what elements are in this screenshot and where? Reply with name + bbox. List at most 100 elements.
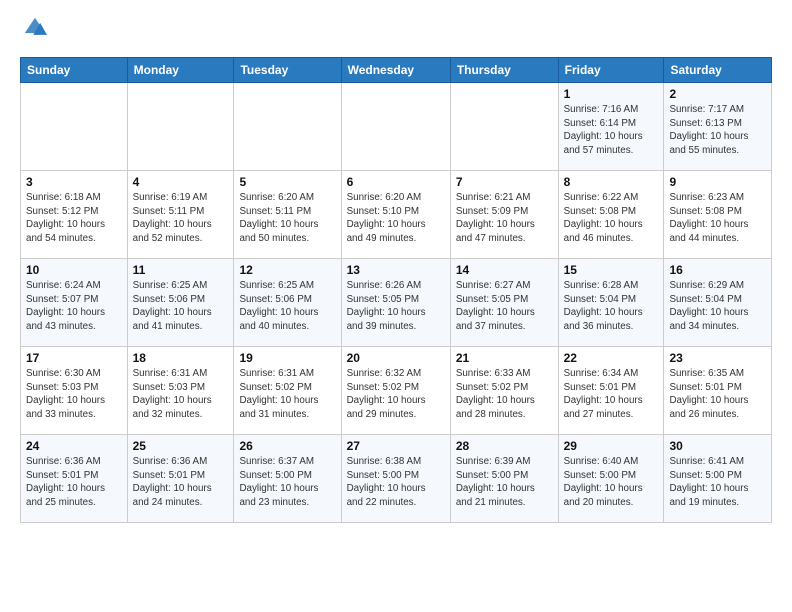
day-info: Sunrise: 6:23 AM Sunset: 5:08 PM Dayligh…	[669, 191, 766, 246]
day-number: 2	[669, 87, 766, 101]
day-number: 9	[669, 175, 766, 189]
header	[20, 16, 772, 45]
day-info: Sunrise: 6:37 AM Sunset: 5:00 PM Dayligh…	[239, 455, 335, 510]
day-number: 8	[564, 175, 659, 189]
day-number: 13	[347, 263, 445, 277]
day-number: 21	[456, 351, 553, 365]
day-info: Sunrise: 6:30 AM Sunset: 5:03 PM Dayligh…	[26, 367, 122, 422]
day-cell: 23Sunrise: 6:35 AM Sunset: 5:01 PM Dayli…	[664, 347, 772, 435]
day-number: 11	[133, 263, 229, 277]
day-number: 27	[347, 439, 445, 453]
day-number: 4	[133, 175, 229, 189]
day-info: Sunrise: 6:41 AM Sunset: 5:00 PM Dayligh…	[669, 455, 766, 510]
weekday-wednesday: Wednesday	[341, 58, 450, 83]
logo-icon	[23, 16, 47, 40]
day-number: 30	[669, 439, 766, 453]
week-row-3: 10 Sunrise: 6:24 AM Sunset: 5:07 PM Dayli…	[21, 259, 772, 347]
day-cell: 7 Sunrise: 6:21 AM Sunset: 5:09 PM Daylig…	[450, 171, 558, 259]
day-cell: 29 Sunrise: 6:40 AM Sunset: 5:00 PM Dayli…	[558, 435, 664, 523]
day-cell: 13Sunrise: 6:26 AM Sunset: 5:05 PM Dayli…	[341, 259, 450, 347]
day-info: Sunrise: 6:29 AM Sunset: 5:04 PM Dayligh…	[669, 279, 766, 334]
day-info: Sunrise: 6:25 AM Sunset: 5:06 PM Dayligh…	[133, 279, 229, 334]
day-number: 5	[239, 175, 335, 189]
day-cell: 17Sunrise: 6:30 AM Sunset: 5:03 PM Dayli…	[21, 347, 128, 435]
day-cell: 27Sunrise: 6:38 AM Sunset: 5:00 PM Dayli…	[341, 435, 450, 523]
weekday-tuesday: Tuesday	[234, 58, 341, 83]
day-info: Sunrise: 6:33 AM Sunset: 5:02 PM Dayligh…	[456, 367, 553, 422]
day-info: Sunrise: 6:21 AM Sunset: 5:09 PM Dayligh…	[456, 191, 553, 246]
day-info: Sunrise: 6:31 AM Sunset: 5:03 PM Dayligh…	[133, 367, 229, 422]
day-number: 3	[26, 175, 122, 189]
week-row-1: 1 Sunrise: 7:16 AM Sunset: 6:14 PM Daylig…	[21, 83, 772, 171]
day-number: 6	[347, 175, 445, 189]
day-number: 12	[239, 263, 335, 277]
day-number: 26	[239, 439, 335, 453]
day-info: Sunrise: 6:36 AM Sunset: 5:01 PM Dayligh…	[26, 455, 122, 510]
day-cell: 24 Sunrise: 6:36 AM Sunset: 5:01 PM Dayli…	[21, 435, 128, 523]
day-info: Sunrise: 6:39 AM Sunset: 5:00 PM Dayligh…	[456, 455, 553, 510]
week-row-4: 17Sunrise: 6:30 AM Sunset: 5:03 PM Dayli…	[21, 347, 772, 435]
page: SundayMondayTuesdayWednesdayThursdayFrid…	[0, 0, 792, 539]
weekday-friday: Friday	[558, 58, 664, 83]
weekday-sunday: Sunday	[21, 58, 128, 83]
week-row-2: 3 Sunrise: 6:18 AM Sunset: 5:12 PM Daylig…	[21, 171, 772, 259]
day-number: 7	[456, 175, 553, 189]
day-cell: 12 Sunrise: 6:25 AM Sunset: 5:06 PM Dayli…	[234, 259, 341, 347]
day-cell: 8 Sunrise: 6:22 AM Sunset: 5:08 PM Daylig…	[558, 171, 664, 259]
day-cell	[21, 83, 128, 171]
day-cell: 16 Sunrise: 6:29 AM Sunset: 5:04 PM Dayli…	[664, 259, 772, 347]
day-number: 29	[564, 439, 659, 453]
day-info: Sunrise: 6:22 AM Sunset: 5:08 PM Dayligh…	[564, 191, 659, 246]
calendar: SundayMondayTuesdayWednesdayThursdayFrid…	[20, 57, 772, 523]
week-row-5: 24 Sunrise: 6:36 AM Sunset: 5:01 PM Dayli…	[21, 435, 772, 523]
day-cell: 3 Sunrise: 6:18 AM Sunset: 5:12 PM Daylig…	[21, 171, 128, 259]
day-number: 22	[564, 351, 659, 365]
day-info: Sunrise: 6:18 AM Sunset: 5:12 PM Dayligh…	[26, 191, 122, 246]
day-info: Sunrise: 6:32 AM Sunset: 5:02 PM Dayligh…	[347, 367, 445, 422]
day-info: Sunrise: 6:28 AM Sunset: 5:04 PM Dayligh…	[564, 279, 659, 334]
weekday-header-row: SundayMondayTuesdayWednesdayThursdayFrid…	[21, 58, 772, 83]
day-cell: 5Sunrise: 6:20 AM Sunset: 5:11 PM Daylig…	[234, 171, 341, 259]
day-cell: 9 Sunrise: 6:23 AM Sunset: 5:08 PM Daylig…	[664, 171, 772, 259]
day-number: 20	[347, 351, 445, 365]
day-info: Sunrise: 7:17 AM Sunset: 6:13 PM Dayligh…	[669, 103, 766, 158]
day-info: Sunrise: 6:19 AM Sunset: 5:11 PM Dayligh…	[133, 191, 229, 246]
day-cell: 19 Sunrise: 6:31 AM Sunset: 5:02 PM Dayli…	[234, 347, 341, 435]
day-cell: 21 Sunrise: 6:33 AM Sunset: 5:02 PM Dayli…	[450, 347, 558, 435]
day-cell: 30 Sunrise: 6:41 AM Sunset: 5:00 PM Dayli…	[664, 435, 772, 523]
day-cell: 25 Sunrise: 6:36 AM Sunset: 5:01 PM Dayli…	[127, 435, 234, 523]
day-number: 25	[133, 439, 229, 453]
day-info: Sunrise: 7:16 AM Sunset: 6:14 PM Dayligh…	[564, 103, 659, 158]
day-cell: 28 Sunrise: 6:39 AM Sunset: 5:00 PM Dayli…	[450, 435, 558, 523]
day-cell: 11 Sunrise: 6:25 AM Sunset: 5:06 PM Dayli…	[127, 259, 234, 347]
day-info: Sunrise: 6:34 AM Sunset: 5:01 PM Dayligh…	[564, 367, 659, 422]
day-cell: 22 Sunrise: 6:34 AM Sunset: 5:01 PM Dayli…	[558, 347, 664, 435]
day-cell: 6 Sunrise: 6:20 AM Sunset: 5:10 PM Daylig…	[341, 171, 450, 259]
day-info: Sunrise: 6:36 AM Sunset: 5:01 PM Dayligh…	[133, 455, 229, 510]
day-cell: 15 Sunrise: 6:28 AM Sunset: 5:04 PM Dayli…	[558, 259, 664, 347]
day-cell: 2 Sunrise: 7:17 AM Sunset: 6:13 PM Daylig…	[664, 83, 772, 171]
day-info: Sunrise: 6:24 AM Sunset: 5:07 PM Dayligh…	[26, 279, 122, 334]
day-number: 18	[133, 351, 229, 365]
day-number: 23	[669, 351, 766, 365]
day-cell: 18 Sunrise: 6:31 AM Sunset: 5:03 PM Dayli…	[127, 347, 234, 435]
day-number: 14	[456, 263, 553, 277]
day-info: Sunrise: 6:27 AM Sunset: 5:05 PM Dayligh…	[456, 279, 553, 334]
day-info: Sunrise: 6:25 AM Sunset: 5:06 PM Dayligh…	[239, 279, 335, 334]
day-info: Sunrise: 6:20 AM Sunset: 5:10 PM Dayligh…	[347, 191, 445, 246]
day-cell	[127, 83, 234, 171]
day-number: 1	[564, 87, 659, 101]
weekday-thursday: Thursday	[450, 58, 558, 83]
day-cell	[341, 83, 450, 171]
day-cell: 4 Sunrise: 6:19 AM Sunset: 5:11 PM Daylig…	[127, 171, 234, 259]
day-number: 10	[26, 263, 122, 277]
logo	[20, 16, 47, 45]
day-number: 15	[564, 263, 659, 277]
day-number: 19	[239, 351, 335, 365]
day-number: 28	[456, 439, 553, 453]
day-info: Sunrise: 6:31 AM Sunset: 5:02 PM Dayligh…	[239, 367, 335, 422]
day-number: 16	[669, 263, 766, 277]
day-number: 24	[26, 439, 122, 453]
day-info: Sunrise: 6:40 AM Sunset: 5:00 PM Dayligh…	[564, 455, 659, 510]
day-cell: 1 Sunrise: 7:16 AM Sunset: 6:14 PM Daylig…	[558, 83, 664, 171]
